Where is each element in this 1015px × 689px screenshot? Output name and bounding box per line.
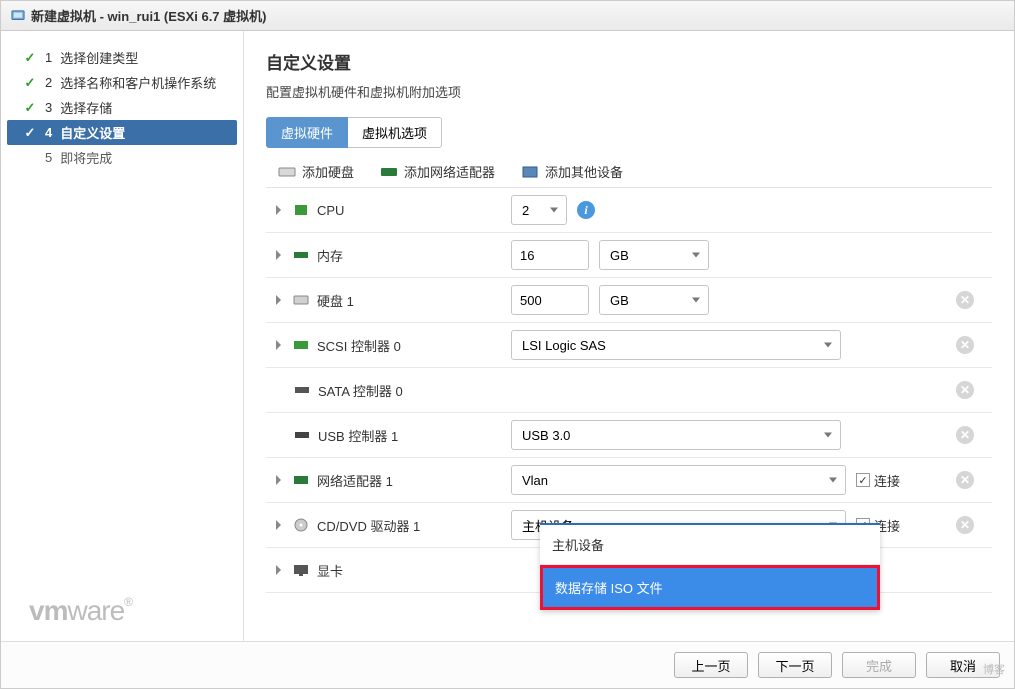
check-icon bbox=[23, 101, 37, 115]
cpu-count-select[interactable]: 2 bbox=[511, 195, 567, 225]
next-button[interactable]: 下一页 bbox=[758, 652, 832, 678]
page-title: 自定义设置 bbox=[266, 49, 992, 74]
video-icon bbox=[293, 563, 309, 577]
prev-button[interactable]: 上一页 bbox=[674, 652, 748, 678]
caret-icon[interactable] bbox=[276, 340, 281, 350]
row-cpu: CPU 2 i bbox=[266, 188, 992, 233]
nic-connect-checkbox[interactable]: 连接 bbox=[856, 471, 900, 490]
dropdown-option-datastore-iso[interactable]: 数据存储 ISO 文件 bbox=[540, 565, 880, 610]
row-usb: USB 控制器 1 USB 3.0 bbox=[266, 413, 992, 458]
usb-icon bbox=[294, 428, 310, 442]
disk-size-input[interactable] bbox=[511, 285, 589, 315]
row-nic: 网络适配器 1 Vlan 连接 bbox=[266, 458, 992, 503]
scsi-icon bbox=[293, 338, 309, 352]
row-disk: 硬盘 1 GB bbox=[266, 278, 992, 323]
caret-icon[interactable] bbox=[276, 205, 281, 215]
scsi-type-select[interactable]: LSI Logic SAS bbox=[511, 330, 841, 360]
window-title: 新建虚拟机 - win_rui1 (ESXi 6.7 虚拟机) bbox=[31, 6, 266, 25]
nic-network-select[interactable]: Vlan bbox=[511, 465, 846, 495]
add-disk-button[interactable]: 添加硬盘 bbox=[278, 162, 354, 181]
info-icon[interactable]: i bbox=[577, 201, 595, 219]
step-5[interactable]: 5 即将完成 bbox=[1, 145, 243, 170]
cpu-icon bbox=[293, 203, 309, 217]
add-nic-button[interactable]: 添加网络适配器 bbox=[380, 162, 495, 181]
caret-icon[interactable] bbox=[276, 250, 281, 260]
step-3[interactable]: 3 选择存储 bbox=[1, 95, 243, 120]
cd-icon bbox=[293, 518, 309, 532]
remove-icon[interactable] bbox=[956, 291, 974, 309]
usb-type-select[interactable]: USB 3.0 bbox=[511, 420, 841, 450]
caret-icon[interactable] bbox=[276, 520, 281, 530]
check-icon bbox=[23, 126, 37, 140]
caret-icon[interactable] bbox=[276, 295, 281, 305]
memory-icon bbox=[293, 248, 309, 262]
tab-hardware[interactable]: 虚拟硬件 bbox=[266, 117, 348, 148]
vm-wizard-dialog: 新建虚拟机 - win_rui1 (ESXi 6.7 虚拟机) 1 选择创建类型… bbox=[0, 0, 1015, 689]
nic-icon bbox=[293, 473, 309, 487]
remove-icon[interactable] bbox=[956, 336, 974, 354]
wizard-footer: 上一页 下一页 完成 取消 bbox=[1, 641, 1014, 688]
row-sata: SATA 控制器 0 bbox=[266, 368, 992, 413]
tabs: 虚拟硬件 虚拟机选项 bbox=[266, 117, 992, 148]
checkbox-icon bbox=[856, 473, 870, 487]
tab-vm-options[interactable]: 虚拟机选项 bbox=[348, 117, 442, 148]
disk-icon bbox=[293, 293, 309, 307]
title-bar: 新建虚拟机 - win_rui1 (ESXi 6.7 虚拟机) bbox=[1, 1, 1014, 31]
memory-unit-select[interactable]: GB bbox=[599, 240, 709, 270]
step-4[interactable]: 4 自定义设置 bbox=[7, 120, 237, 145]
step-1[interactable]: 1 选择创建类型 bbox=[1, 45, 243, 70]
disk-unit-select[interactable]: GB bbox=[599, 285, 709, 315]
caret-icon[interactable] bbox=[276, 565, 281, 575]
wizard-sidebar: 1 选择创建类型 2 选择名称和客户机操作系统 3 选择存储 4 自定义设置 5… bbox=[1, 31, 244, 641]
hardware-toolbar: 添加硬盘 添加网络适配器 添加其他设备 bbox=[266, 162, 992, 181]
sata-icon bbox=[294, 383, 310, 397]
caret-icon[interactable] bbox=[276, 475, 281, 485]
remove-icon[interactable] bbox=[956, 426, 974, 444]
finish-button: 完成 bbox=[842, 652, 916, 678]
remove-icon[interactable] bbox=[956, 516, 974, 534]
nic-icon bbox=[380, 165, 398, 179]
memory-input[interactable] bbox=[511, 240, 589, 270]
watermark-text: 博客 bbox=[983, 661, 1005, 677]
vmware-logo: vmware® bbox=[1, 595, 243, 627]
device-icon bbox=[521, 165, 539, 179]
remove-icon[interactable] bbox=[956, 471, 974, 489]
vm-icon bbox=[11, 9, 25, 23]
cddvd-dropdown-menu: 主机设备 数据存储 ISO 文件 bbox=[540, 523, 880, 610]
page-subtitle: 配置虚拟机硬件和虚拟机附加选项 bbox=[266, 82, 992, 101]
disk-icon bbox=[278, 165, 296, 179]
step-2[interactable]: 2 选择名称和客户机操作系统 bbox=[1, 70, 243, 95]
row-scsi: SCSI 控制器 0 LSI Logic SAS bbox=[266, 323, 992, 368]
check-icon bbox=[23, 76, 37, 90]
row-memory: 内存 GB bbox=[266, 233, 992, 278]
add-other-button[interactable]: 添加其他设备 bbox=[521, 162, 623, 181]
dropdown-option-host-device[interactable]: 主机设备 bbox=[540, 525, 880, 565]
check-icon bbox=[23, 51, 37, 65]
remove-icon[interactable] bbox=[956, 381, 974, 399]
